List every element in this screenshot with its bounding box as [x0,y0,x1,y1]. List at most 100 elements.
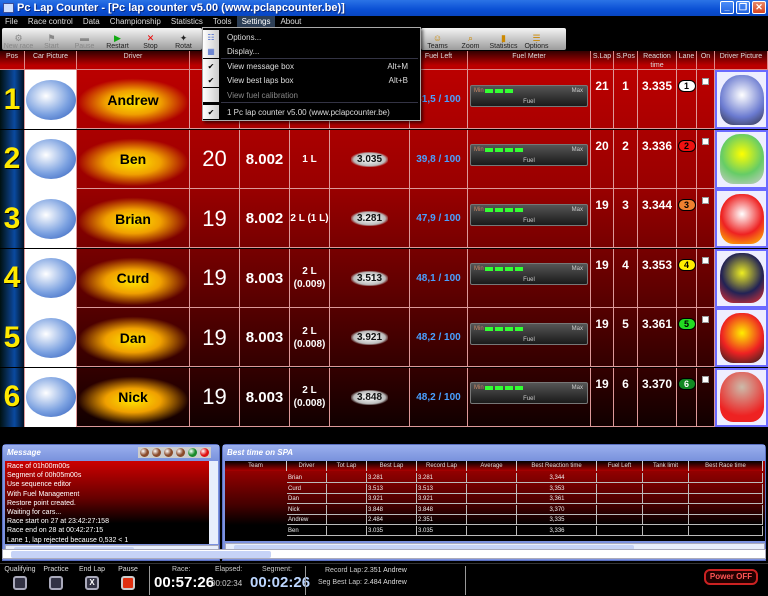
best-lap-cell: 3.848 [330,367,410,427]
laps-cell: 20 [190,129,240,189]
status-button-qualifying[interactable]: Qualifying [2,566,38,590]
fuel-bar [485,88,493,93]
menu-about[interactable]: About [275,16,306,27]
best-table-header-record-lap[interactable]: Record Lap [417,461,467,471]
menu-item-1-pc-lap-counter-v5-00-www-pclapcounter-be[interactable]: ✔ 1 Pc lap counter v5.00 (www.pclapcounte… [203,105,420,119]
best-table-cell [467,525,517,536]
menu-item-view-best-laps-box[interactable]: ✔ View best laps box Alt+B [203,73,420,87]
car-picture-cell [25,367,77,427]
laps-cell: 19 [190,248,240,308]
car-image [25,377,76,417]
menu-data[interactable]: Data [78,16,105,27]
close-button[interactable]: ✕ [752,1,766,14]
toggle-light-icon [13,576,27,590]
on-cell [697,367,715,427]
menu-file[interactable]: File [0,16,23,27]
best-table-header-fuel-left[interactable]: Fuel Left [597,461,643,471]
status-button-practice[interactable]: Practice [38,566,74,590]
best-table-cell [467,504,517,515]
fuel-bar [485,207,493,212]
on-checkbox[interactable] [702,316,709,323]
on-checkbox[interactable] [702,197,709,204]
lane-badge: 4 [677,258,696,271]
menu-race-control[interactable]: Race control [23,16,78,27]
flag-icon: ⚑ [47,33,56,43]
best-table-header-driver[interactable]: Driver [287,461,327,471]
on-checkbox[interactable] [702,78,709,85]
on-cell [697,189,715,248]
laps-cell: 19 [190,189,240,248]
toolbar-button-options[interactable]: ☰ Options [520,28,553,50]
best-table-header-best-lap[interactable]: Best Lap [367,461,417,471]
header-pos[interactable]: Pos [0,51,25,70]
best-table-header-average[interactable]: Average [467,461,517,471]
main-horizontal-scrollbar[interactable] [2,549,766,559]
header-s-lap[interactable]: S.Lap [591,51,614,70]
best-table-header-team[interactable]: Team [225,461,287,471]
header-car-picture[interactable]: Car Picture [25,51,77,70]
driver-row[interactable]: 5 Dan 19 8.003 2 L (0.008) 3.921 48,2 / 100 Min M… [0,308,768,367]
best-table-header-best-reaction-time[interactable]: Best Reaction time [517,461,597,471]
toolbar-button-rotat[interactable]: ✦ Rotat [167,28,200,50]
zoom-icon: ⌕ [467,33,474,43]
minimize-button[interactable]: _ [720,1,734,14]
lane-cell: 4 [677,248,697,308]
status-button-end-lap[interactable]: End Lap X [74,566,110,590]
on-checkbox[interactable] [702,137,709,145]
position-cell: 1 [0,70,25,129]
best-lap-cell: 3.921 [330,308,410,367]
toolbar-button-start[interactable]: ⚑ Start [35,28,68,50]
menu-settings[interactable]: Settings [236,16,276,27]
best-lap-value: 3.035 [350,151,389,167]
menu-statistics[interactable]: Statistics [166,16,208,27]
header-fuel-meter[interactable]: Fuel Meter [468,51,591,70]
status-led-6 [200,448,209,457]
driver-row[interactable]: 3 Brian 19 8.002 2 L (1 L) 3.281 47,9 / 100 Min… [0,189,768,248]
fuel-level-bars [485,386,523,390]
header-on[interactable]: On [697,51,715,70]
driver-photo [719,134,764,184]
toolbar-button-restart[interactable]: ▶ Restart [101,28,134,50]
fuel-min-label: Min [474,266,484,272]
laps-cell: 19 [190,367,240,427]
driver-row[interactable]: 6 Nick 19 8.003 2 L (0.008) 3.848 48,2 / 100 Min… [0,367,768,427]
menu-item-options[interactable]: ☷ Options... [203,30,420,44]
menu-gutter [203,88,219,102]
toolbar-button-zoom[interactable]: ⌕ Zoom [454,28,487,50]
toolbar-button-stop[interactable]: ✕ Stop [134,28,167,50]
header-reaction-time[interactable]: Reaction time [638,51,677,70]
best-table-header-tot-lap[interactable]: Tot Lap [327,461,367,471]
driver-row[interactable]: 2 Ben 20 8.002 1 L 3.035 39,8 / 100 Min Max Fuel 2… [0,129,768,189]
message-line: Use sequence editor [7,481,72,489]
header-lane[interactable]: Lane [677,51,697,70]
on-checkbox[interactable] [702,375,709,383]
fuel-label: Fuel [523,396,535,402]
power-off-button[interactable]: Power OFF [704,569,758,585]
best-table-header-tank-limit[interactable]: Tank limit [643,461,689,471]
segment-lap-cell: 21 [591,70,614,129]
toolbar-button-teams[interactable]: ☺ Teams [421,28,454,50]
toolbar-button-new-race[interactable]: ⚙ New race [2,28,35,50]
menu-item-display[interactable]: ▦ Display... [203,44,420,58]
menu-tools[interactable]: Tools [208,16,237,27]
toolbar-button-statistics[interactable]: ▮ Statistics [487,28,520,50]
status-button-pause[interactable]: Pause [110,566,146,590]
best-table-cell [597,473,643,483]
header-driver-picture[interactable]: Driver Picture [715,51,768,70]
header-driver[interactable]: Driver [77,51,190,70]
toolbar-button-pause[interactable]: ▬ Pause [68,28,101,50]
driver-row[interactable]: 4 Curd 19 8.003 2 L (0.009) 3.513 48,1 / 100 Min… [0,248,768,308]
stop-x-icon: ✕ [146,33,155,43]
fuel-left-cell: 48,1 / 100 [410,248,468,308]
menu-item-view-message-box[interactable]: ✔ View message box Alt+M [203,59,420,73]
on-checkbox[interactable] [702,256,709,264]
segment-lap-cell: 19 [591,248,614,308]
maximize-button[interactable]: ❐ [736,1,750,14]
message-line: Race of 01h00m00s [7,463,70,470]
menu-item-label: 1 Pc lap counter v5.00 (www.pclapcounter… [227,107,390,117]
message-vertical-scrollbar[interactable] [209,461,218,544]
best-table-header-best-race-time[interactable]: Best Race time [689,461,763,471]
menu-championship[interactable]: Championship [105,16,166,27]
header-s-pos[interactable]: S.Pos [614,51,638,70]
fuel-max-label: Max [571,266,583,272]
